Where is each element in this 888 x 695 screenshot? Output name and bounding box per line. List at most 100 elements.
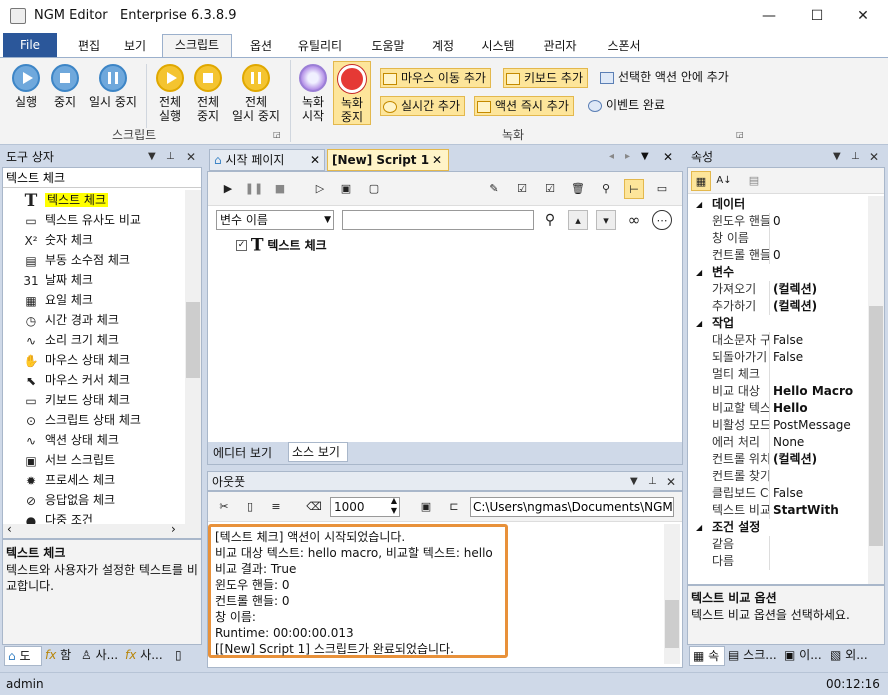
tab-toolbox[interactable]: ⌂ 도 <box>4 646 42 666</box>
scrollbar-thumb[interactable] <box>869 306 883 546</box>
list-icon[interactable]: ≡ <box>266 497 286 517</box>
dropdown-icon[interactable]: ▼ <box>148 147 156 167</box>
close-tab-icon[interactable]: ✕ <box>310 150 320 170</box>
tab-help[interactable]: 도움말 <box>366 36 410 58</box>
toolbox-item[interactable]: ▣ 서브 스크립트 <box>23 450 115 470</box>
property-value[interactable]: (컬렉션) <box>773 281 868 298</box>
tab-view[interactable]: 보기 <box>120 36 150 58</box>
tab-admin[interactable]: 관리자 <box>538 36 582 58</box>
property-row[interactable]: 윈도우 핸들 0 <box>712 213 868 230</box>
folder-icon[interactable]: ⊏ <box>444 497 464 517</box>
monitor-icon[interactable]: ▭ <box>652 179 672 199</box>
eraser-icon[interactable]: ⌫ <box>304 497 324 517</box>
property-value[interactable]: Hello Macro <box>773 383 868 400</box>
tab-start-page[interactable]: ⌂ 시작 페이지 ✕ <box>209 149 325 171</box>
tab-source-view[interactable]: 소스 보기 <box>288 442 348 462</box>
pause-all-button[interactable]: 전체 일시 중지 <box>228 64 284 123</box>
pin-icon[interactable]: ⊥ <box>166 147 175 167</box>
property-value[interactable]: PostMessage <box>773 417 868 434</box>
property-pages-icon[interactable]: ▤ <box>744 171 764 191</box>
property-value[interactable]: False <box>773 332 868 349</box>
toolbox-item[interactable]: ⊘ 응답없음 체크 <box>23 490 115 510</box>
tab-account[interactable]: 계정 <box>428 36 458 58</box>
scrollbar-thumb[interactable] <box>665 600 679 648</box>
property-row[interactable]: 다름 <box>712 553 868 570</box>
property-row[interactable]: 텍스트 비교 StartWith <box>712 502 868 519</box>
record-stop-button[interactable]: 녹화 중지 <box>333 61 371 125</box>
property-category[interactable]: ◢ 작업 <box>688 315 868 332</box>
pause-button[interactable]: 일시 중지 <box>84 64 142 109</box>
close-icon[interactable]: ✕ <box>666 472 676 492</box>
tab-script[interactable]: 스크립트 <box>162 34 232 58</box>
property-value[interactable]: StartWith <box>773 502 868 519</box>
toolbox-item[interactable]: ● 다중 조건 <box>23 510 93 524</box>
vertical-scrollbar[interactable] <box>868 196 884 584</box>
search-icon[interactable]: ⚲ <box>596 179 616 199</box>
toolbox-item[interactable]: T 텍스트 체크 <box>23 190 109 210</box>
variable-select[interactable]: 변수 이름 ▼ <box>216 210 334 230</box>
stop-icon[interactable]: ■ <box>270 179 290 199</box>
run-all-button[interactable]: 전체 실행 <box>150 64 190 123</box>
property-value[interactable]: False <box>773 485 868 502</box>
log-path-input[interactable] <box>470 497 674 517</box>
stop-all-button[interactable]: 전체 중지 <box>188 64 228 123</box>
checkbox-icon[interactable]: ☑ <box>512 179 532 199</box>
property-row[interactable]: 비교할 텍스트Hello <box>712 400 868 417</box>
tab-sponsor[interactable]: 스폰서 <box>602 36 646 58</box>
close-tab-icon[interactable]: ✕ <box>432 150 442 170</box>
dropdown-icon[interactable]: ▼ <box>833 147 841 167</box>
tab-script-1[interactable]: [New] Script 1 ✕ <box>327 149 449 171</box>
close-icon[interactable]: ✕ <box>663 150 673 164</box>
property-row[interactable]: 컨트롤 위치 (컬렉션) <box>712 451 868 468</box>
property-row[interactable]: 클립보드 CtrlFalse <box>712 485 868 502</box>
more-icon[interactable]: ⋯ <box>652 210 672 230</box>
property-value[interactable]: (컬렉션) <box>773 298 868 315</box>
tab-user[interactable]: ♙ 사... <box>78 646 122 666</box>
property-row[interactable]: 컨트롤 핸들 0 <box>712 247 868 264</box>
next-tab-icon[interactable]: ▸ <box>625 151 630 162</box>
add-in-action-button[interactable]: 선택한 액션 안에 추가 <box>598 68 733 88</box>
spin-icon[interactable]: ▲ ▼ <box>391 496 397 516</box>
maximize-button[interactable]: ☐ <box>794 0 840 32</box>
tab-images[interactable]: ▣ 이... <box>781 646 825 666</box>
toolbox-item[interactable]: ▦ 요일 체크 <box>23 290 93 310</box>
close-icon[interactable]: ✕ <box>186 147 196 167</box>
tree-view-icon[interactable]: ⊢ <box>624 179 644 199</box>
close-icon[interactable]: ✕ <box>869 147 879 167</box>
delete-icon[interactable]: 🗑 <box>568 179 588 199</box>
property-row[interactable]: 되돌아가기 False <box>712 349 868 366</box>
toolbox-search-input[interactable] <box>3 168 201 188</box>
toolbox-item[interactable]: 31 날짜 체크 <box>23 270 93 290</box>
property-category[interactable]: ◢ 조건 설정 <box>688 519 868 536</box>
horizontal-scrollbar[interactable]: ‹ › <box>3 522 201 538</box>
new-file-icon[interactable]: ▯ <box>240 497 260 517</box>
record-start-button[interactable]: 녹화 시작 <box>294 64 332 123</box>
property-row[interactable]: 컨트롤 찾기 <box>712 468 868 485</box>
tab-script-list[interactable]: ▤ 스크... <box>725 646 781 666</box>
property-row[interactable]: 대소문자 구분False <box>712 332 868 349</box>
property-row[interactable]: 가져오기 (컬렉션) <box>712 281 868 298</box>
search-icon[interactable]: ⚲ <box>540 210 560 230</box>
property-row[interactable]: 에러 처리 None <box>712 434 868 451</box>
prev-tab-icon[interactable]: ◂ <box>609 151 614 162</box>
tab-more[interactable]: ▯ <box>172 646 200 666</box>
scrollbar-thumb[interactable] <box>186 302 200 378</box>
property-value[interactable]: None <box>773 434 868 451</box>
event-done-button[interactable]: 이벤트 완료 <box>586 96 669 116</box>
pin-icon[interactable]: ⊥ <box>851 147 860 167</box>
file-menu-button[interactable]: File <box>3 33 57 57</box>
property-row[interactable]: 비활성 모드 PostMessage <box>712 417 868 434</box>
property-value[interactable]: False <box>773 349 868 366</box>
move-down-icon[interactable]: ▾ <box>596 210 616 230</box>
collapse-icon[interactable]: ◢ <box>696 519 702 536</box>
property-category[interactable]: ◢ 변수 <box>688 264 868 281</box>
collapse-icon[interactable]: ◢ <box>696 315 702 332</box>
tab-system[interactable]: 시스템 <box>476 36 520 58</box>
toolbox-item[interactable]: X² 숫자 체크 <box>23 230 93 250</box>
clean-icon[interactable]: ✂ <box>214 497 234 517</box>
line-count-stepper[interactable]: 1000 ▲ ▼ <box>330 496 400 517</box>
vertical-scrollbar[interactable] <box>185 190 201 524</box>
save-icon[interactable]: ▣ <box>416 497 436 517</box>
property-category[interactable]: ◢ 데이터 <box>688 196 868 213</box>
scroll-right-icon[interactable]: › <box>171 522 176 536</box>
